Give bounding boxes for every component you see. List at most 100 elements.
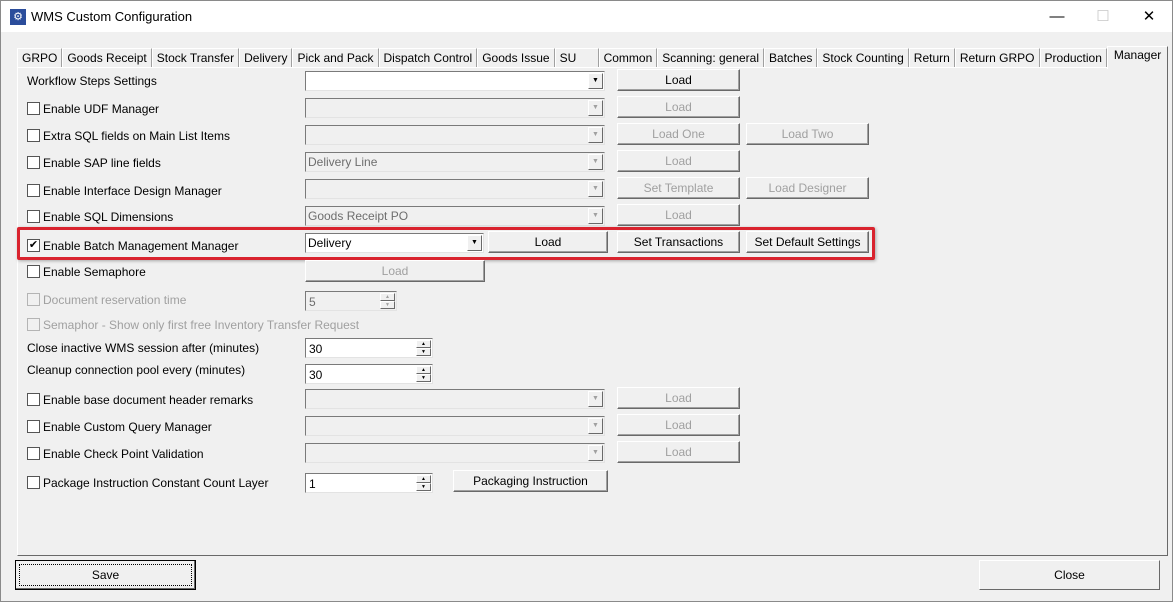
package-instruction-spinner[interactable]: 1 ▲ ▼ (305, 473, 433, 493)
check-point-label: Enable Check Point Validation (43, 447, 204, 461)
tab-dispatch-control[interactable]: Dispatch Control (378, 48, 478, 68)
chevron-down-icon[interactable]: ▼ (467, 235, 482, 251)
sql-dimensions-label: Enable SQL Dimensions (43, 210, 174, 224)
tab-su[interactable]: SU (554, 48, 599, 68)
set-default-settings-button[interactable]: Set Default Settings (746, 231, 869, 253)
package-instruction-checkbox[interactable] (27, 476, 40, 489)
tab-delivery[interactable]: Delivery (239, 48, 293, 68)
check-point-checkbox[interactable] (27, 447, 40, 460)
tab-grpo[interactable]: GRPO (17, 48, 63, 68)
chevron-down-icon[interactable]: ▼ (588, 73, 603, 89)
header-remarks-label: Enable base document header remarks (43, 393, 254, 407)
interface-design-label: Enable Interface Design Manager (43, 184, 222, 198)
chevron-down-icon[interactable]: ▼ (588, 391, 603, 407)
batch-manager-combo[interactable]: Delivery ▼ (305, 233, 484, 253)
close-session-spinner[interactable]: 30 ▲ ▼ (305, 338, 433, 358)
doc-reservation-label: Document reservation time (43, 293, 187, 307)
header-remarks-combo[interactable]: ▼ (305, 389, 605, 409)
chevron-down-icon[interactable]: ▼ (588, 445, 603, 461)
sap-line-combo[interactable]: Delivery Line ▼ (305, 152, 605, 172)
tab-production[interactable]: Production (1039, 48, 1107, 68)
check-point-load-button[interactable]: Load (617, 441, 740, 463)
minimize-button[interactable]: — (1034, 1, 1080, 32)
udf-load-button[interactable]: Load (617, 96, 740, 118)
semaphore-label: Enable Semaphore (43, 265, 146, 279)
semaphor-itr-label: Semaphor - Show only first free Inventor… (43, 318, 360, 332)
custom-query-load-button[interactable]: Load (617, 414, 740, 436)
spin-up-icon[interactable]: ▲ (416, 475, 431, 483)
tab-goods-receipt[interactable]: Goods Receipt (62, 48, 152, 68)
tab-pick-and-pack[interactable]: Pick and Pack (292, 48, 379, 68)
maximize-button[interactable]: ☐ (1080, 1, 1126, 32)
custom-query-checkbox[interactable] (27, 420, 40, 433)
spin-down-icon[interactable]: ▼ (416, 483, 431, 491)
chevron-down-icon[interactable]: ▼ (588, 154, 603, 170)
app-window: ⚙ WMS Custom Configuration — ☐ ✕ GRPO Go… (0, 0, 1173, 602)
set-transactions-button[interactable]: Set Transactions (617, 231, 740, 253)
cleanup-pool-label: Cleanup connection pool every (minutes) (27, 363, 246, 377)
save-button[interactable]: Save (15, 560, 196, 590)
udf-manager-label: Enable UDF Manager (43, 102, 160, 116)
workflow-steps-combo[interactable]: ▼ (305, 71, 605, 91)
chevron-down-icon[interactable]: ▼ (588, 127, 603, 143)
sql-dimensions-load-button[interactable]: Load (617, 204, 740, 226)
tab-stock-counting[interactable]: Stock Counting (817, 48, 909, 68)
close-button[interactable]: Close (979, 560, 1160, 590)
extra-sql-combo[interactable]: ▼ (305, 125, 605, 145)
check-point-combo[interactable]: ▼ (305, 443, 605, 463)
close-session-label: Close inactive WMS session after (minute… (27, 341, 260, 355)
chevron-down-icon[interactable]: ▼ (588, 208, 603, 224)
tab-return[interactable]: Return (908, 48, 955, 68)
tab-scanning-general[interactable]: Scanning: general (657, 48, 765, 68)
udf-manager-checkbox[interactable] (27, 102, 40, 115)
workflow-steps-label: Workflow Steps Settings (27, 74, 157, 88)
cleanup-pool-spinner[interactable]: 30 ▲ ▼ (305, 364, 433, 384)
spin-up-icon[interactable]: ▲ (380, 293, 395, 301)
custom-query-combo[interactable]: ▼ (305, 416, 605, 436)
udf-manager-combo[interactable]: ▼ (305, 98, 605, 118)
doc-reservation-checkbox[interactable] (27, 293, 40, 306)
semaphor-itr-checkbox[interactable] (27, 318, 40, 331)
packaging-instruction-button[interactable]: Packaging Instruction (453, 470, 608, 492)
interface-design-checkbox[interactable] (27, 184, 40, 197)
close-window-button[interactable]: ✕ (1126, 1, 1172, 32)
sap-line-load-button[interactable]: Load (617, 150, 740, 172)
load-two-button[interactable]: Load Two (746, 123, 869, 145)
spin-down-icon[interactable]: ▼ (416, 374, 431, 382)
set-template-button[interactable]: Set Template (617, 177, 740, 199)
load-designer-button[interactable]: Load Designer (746, 177, 869, 199)
sql-dimensions-checkbox[interactable] (27, 210, 40, 223)
tab-goods-issue[interactable]: Goods Issue (477, 48, 555, 68)
tab-manager[interactable]: Manager (1106, 46, 1169, 69)
tab-batches[interactable]: Batches (764, 48, 818, 68)
chevron-down-icon[interactable]: ▼ (588, 181, 603, 197)
sap-line-checkbox[interactable] (27, 156, 40, 169)
spin-down-icon[interactable]: ▼ (416, 348, 431, 356)
tab-bar: GRPO Goods Receipt Stock Transfer Delive… (17, 46, 1169, 69)
tab-common[interactable]: Common (598, 48, 658, 68)
sql-dimensions-combo[interactable]: Goods Receipt PO ▼ (305, 206, 605, 226)
spin-down-icon[interactable]: ▼ (380, 301, 395, 309)
semaphore-checkbox[interactable] (27, 265, 40, 278)
window-title: WMS Custom Configuration (31, 9, 193, 24)
doc-reservation-spinner[interactable]: 5 ▲ ▼ (305, 291, 397, 311)
load-one-button[interactable]: Load One (617, 123, 740, 145)
tab-stock-transfer[interactable]: Stock Transfer (151, 48, 240, 68)
extra-sql-label: Extra SQL fields on Main List Items (43, 129, 230, 143)
batch-load-button[interactable]: Load (488, 231, 608, 253)
header-remarks-checkbox[interactable] (27, 393, 40, 406)
interface-design-combo[interactable]: ▼ (305, 179, 605, 199)
tab-return-grpo[interactable]: Return GRPO (954, 48, 1040, 68)
spin-up-icon[interactable]: ▲ (416, 340, 431, 348)
chevron-down-icon[interactable]: ▼ (588, 100, 603, 116)
package-instruction-label: Package Instruction Constant Count Layer (43, 476, 269, 490)
batch-manager-checkbox[interactable]: ✔ (27, 239, 40, 252)
custom-query-label: Enable Custom Query Manager (43, 420, 212, 434)
chevron-down-icon[interactable]: ▼ (588, 418, 603, 434)
extra-sql-checkbox[interactable] (27, 129, 40, 142)
semaphore-load-button[interactable]: Load (305, 260, 485, 282)
header-remarks-load-button[interactable]: Load (617, 387, 740, 409)
workflow-load-button[interactable]: Load (617, 69, 740, 91)
sap-line-label: Enable SAP line fields (43, 156, 161, 170)
spin-up-icon[interactable]: ▲ (416, 366, 431, 374)
